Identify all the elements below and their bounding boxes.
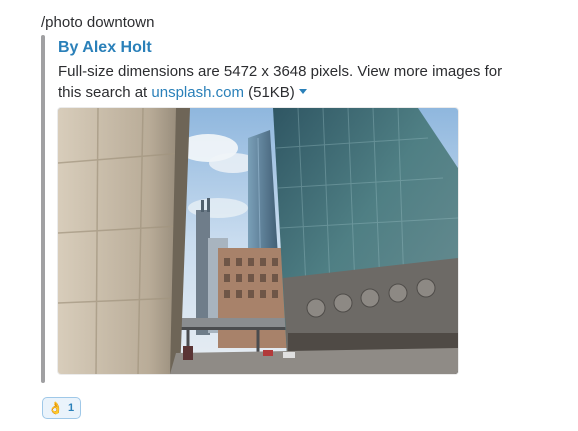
ok-hand-icon: 👌 — [48, 401, 63, 415]
reaction-count: 1 — [67, 402, 75, 414]
attachment-description: Full-size dimensions are 5472 x 3648 pix… — [58, 61, 528, 103]
caret-down-icon[interactable] — [298, 89, 307, 95]
message-text: /photo downtown — [41, 14, 155, 31]
reaction-button[interactable]: 👌 1 — [42, 397, 82, 419]
file-size-text: (51KB) — [243, 84, 295, 101]
attachment-author-link[interactable]: By Alex Holt — [58, 38, 152, 58]
attachment-photo[interactable] — [58, 108, 458, 374]
photo-downtown-image — [58, 108, 458, 374]
attachment-color-bar — [41, 35, 45, 383]
message-attachment: By Alex Holt Full-size dimensions are 54… — [41, 35, 541, 383]
unsplash-link[interactable]: unsplash.com — [151, 84, 244, 101]
